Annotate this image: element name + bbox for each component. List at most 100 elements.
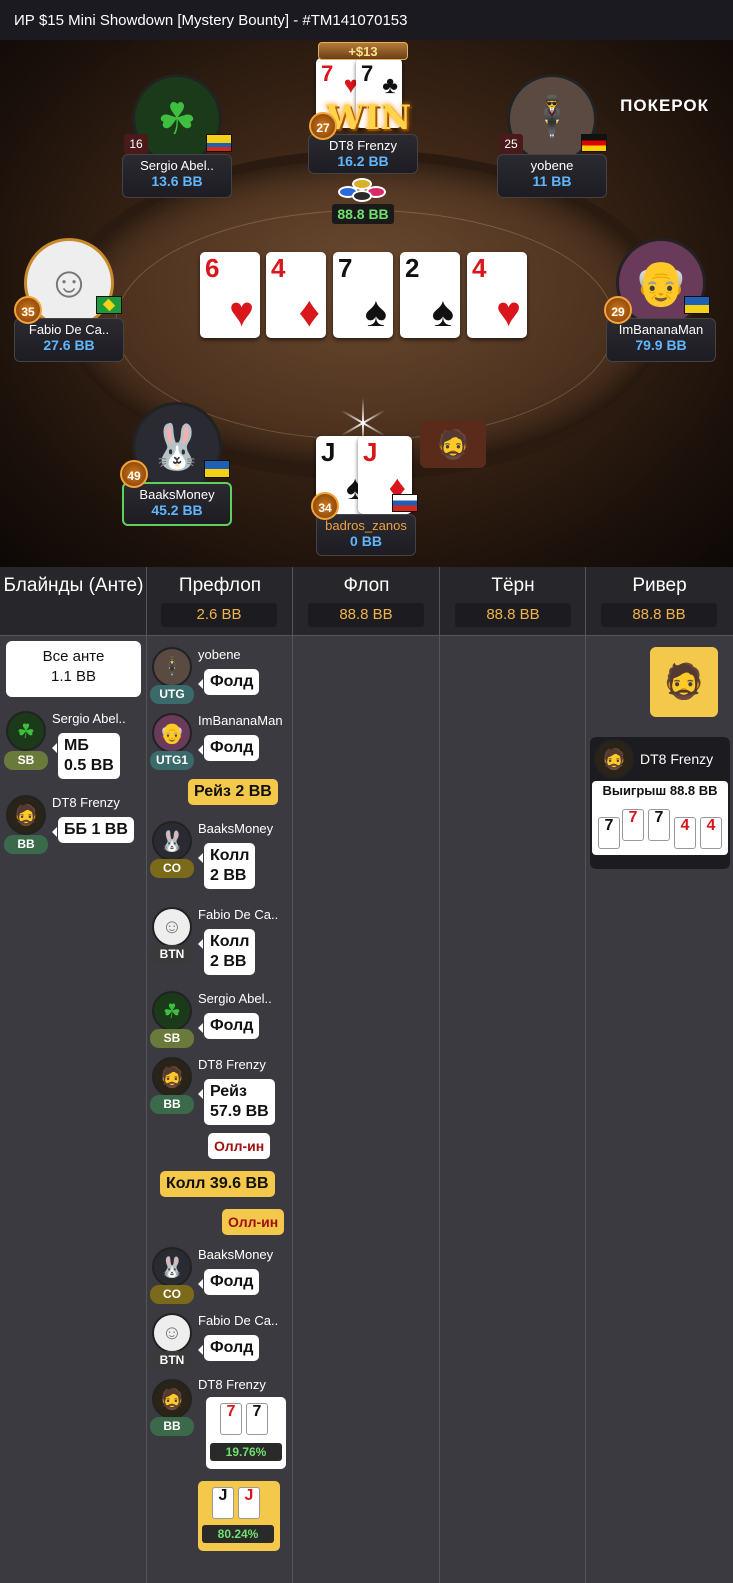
position-badge: BB bbox=[150, 1095, 194, 1114]
action-bubble: МБ 0.5 BB bbox=[52, 733, 120, 779]
player-name: yobene bbox=[198, 647, 241, 662]
level-badge: 49 bbox=[120, 460, 148, 488]
river-pot: 88.8 BB bbox=[601, 603, 717, 627]
action-bubble: Фолд bbox=[197, 1335, 260, 1361]
player-name: DT8 Frenzy bbox=[198, 1377, 266, 1392]
player-name: ImBananaMan bbox=[198, 713, 283, 728]
action-text: Рейз bbox=[210, 1083, 247, 1100]
card-suit-icon: ♠ bbox=[431, 288, 454, 335]
action-bubble: Колл 2 BB bbox=[197, 929, 256, 975]
seat-fabio[interactable]: ☺ Fabio De Ca.. 27.6 BB 35 bbox=[14, 238, 124, 368]
col-river-label: Ривер bbox=[632, 575, 687, 596]
position-badge: CO bbox=[150, 859, 194, 878]
seat-plate: Sergio Abel.. 13.6 BB bbox=[122, 154, 232, 198]
seat-plate: BaaksMoney 45.2 BB bbox=[122, 482, 232, 526]
level-badge: 35 bbox=[14, 296, 42, 324]
action-amount: 0.5 BB bbox=[64, 757, 114, 774]
position-badge: SB bbox=[150, 1029, 194, 1048]
seat-baaks[interactable]: 🐰 BaaksMoney 45.2 BB 49 bbox=[120, 402, 232, 532]
level-badge: 16 bbox=[124, 134, 148, 154]
ecuador-flag-icon bbox=[206, 134, 232, 152]
seat-plate-hero[interactable]: badros_zanos 0 BB bbox=[316, 514, 416, 556]
action-bubble: Фолд bbox=[197, 1269, 260, 1295]
player-stack: 13.6 BB bbox=[151, 173, 203, 189]
mini-card: 4 bbox=[700, 817, 722, 849]
mini-card: 7 bbox=[598, 817, 620, 849]
winner-name: DT8 Frenzy bbox=[640, 751, 714, 767]
dt8-avatar: 🧔 bbox=[594, 739, 634, 779]
brazil-flag-icon bbox=[96, 296, 122, 314]
hero-call-bubble: Колл 39.6 BB bbox=[160, 1171, 275, 1197]
pot-amount: 88.8 BB bbox=[332, 204, 394, 224]
hero-allin-badge: Олл-ин bbox=[222, 1209, 285, 1235]
player-name: DT8 Frenzy bbox=[198, 1057, 266, 1072]
player-stack: 0 BB bbox=[350, 533, 382, 549]
player-name: BaaksMoney bbox=[198, 821, 274, 836]
mini-card: 7 bbox=[220, 1403, 242, 1435]
position-badge: BB bbox=[4, 835, 48, 854]
hand-history: Блайнды (Анте) Префлоп Флоп Тёрн Ривер 2… bbox=[0, 567, 733, 1583]
emote-avatar-icon[interactable]: 🧔 bbox=[420, 420, 486, 468]
ukraine-flag-icon bbox=[684, 296, 710, 314]
level-badge: 34 bbox=[311, 492, 339, 520]
card-rank: 4 bbox=[472, 253, 487, 283]
level-badge: 25 bbox=[499, 134, 523, 154]
pot-chips-icon bbox=[334, 172, 394, 204]
board-card-4: 2 ♠ bbox=[400, 252, 460, 338]
player-name: Sergio Abel.. bbox=[52, 711, 126, 726]
russia-flag-icon bbox=[392, 494, 418, 512]
player-name: BaaksMoney bbox=[198, 1247, 274, 1262]
mini-card: 4 bbox=[674, 817, 696, 849]
win-amount-banner: +$13 bbox=[318, 42, 408, 60]
card-rank: 6 bbox=[205, 253, 220, 283]
old-man-avatar: 👴 bbox=[152, 713, 192, 753]
card-suit-icon: ♥ bbox=[496, 288, 521, 335]
card-rank: 4 bbox=[271, 253, 286, 283]
ante-amount: 1.1 BB bbox=[50, 668, 97, 685]
saint-sketch-avatar: ☺ bbox=[152, 907, 192, 947]
position-badge: UTG bbox=[150, 685, 194, 704]
germany-flag-icon bbox=[581, 134, 607, 152]
seat-sergio[interactable]: ☘ Sergio Abel.. 13.6 BB 16 bbox=[122, 74, 232, 204]
action-text: Колл bbox=[210, 847, 250, 864]
mini-card: J bbox=[212, 1487, 234, 1519]
card-rank: 7 bbox=[338, 253, 353, 283]
action-amount: 2 BB bbox=[210, 867, 247, 884]
position-badge: CO bbox=[150, 1285, 194, 1304]
action-text: МБ bbox=[64, 737, 89, 754]
level-badge: 29 bbox=[604, 296, 632, 324]
player-name: Sergio Abel.. bbox=[198, 991, 272, 1006]
position-badge: UTG1 bbox=[150, 751, 194, 770]
seat-plate: ImBananaMan 79.9 BB bbox=[606, 318, 716, 362]
card-suit-icon: ♥ bbox=[229, 288, 254, 335]
mini-card: J bbox=[238, 1487, 260, 1519]
action-bubble: Фолд bbox=[197, 669, 260, 695]
seat-yobene[interactable]: 🕴 yobene 11 BB 25 bbox=[497, 74, 607, 204]
action-bubble: ББ 1 BB bbox=[52, 817, 134, 843]
action-bubble: Фолд bbox=[197, 735, 260, 761]
ante-box: Все анте 1.1 BB bbox=[6, 641, 141, 697]
board-card-2: 4 ♦ bbox=[266, 252, 326, 338]
player-name: Sergio Abel.. bbox=[140, 158, 214, 173]
action-amount: 57.9 BB bbox=[210, 1103, 269, 1120]
player-name: DT8 Frenzy bbox=[52, 795, 120, 810]
saint-sketch-avatar: ☺ bbox=[152, 1313, 192, 1353]
dt8-avatar: 🧔 bbox=[152, 1057, 192, 1097]
player-stack: 11 BB bbox=[532, 173, 572, 189]
equity-label: 80.24% bbox=[202, 1525, 274, 1543]
position-badge: BTN bbox=[150, 1351, 194, 1370]
hero-emote-box: 🧔 bbox=[650, 647, 718, 717]
board-card-3: 7 ♠ bbox=[333, 252, 393, 338]
player-name: Fabio De Ca.. bbox=[198, 907, 279, 922]
col-divider bbox=[293, 567, 440, 1583]
action-amount: 2 BB bbox=[210, 953, 247, 970]
card-suit-icon: ♦ bbox=[298, 288, 320, 335]
card-rank: 2 bbox=[405, 253, 420, 283]
ukraine-flag-icon bbox=[204, 460, 230, 478]
rabbit-avatar: 🐰 bbox=[152, 821, 192, 861]
card-suit-icon: ♠ bbox=[364, 288, 387, 335]
position-badge: BTN bbox=[150, 945, 194, 964]
position-badge: BB bbox=[150, 1417, 194, 1436]
seat-imbanana[interactable]: 👴 ImBananaMan 79.9 BB 29 bbox=[604, 238, 716, 368]
col-divider bbox=[440, 567, 586, 1583]
